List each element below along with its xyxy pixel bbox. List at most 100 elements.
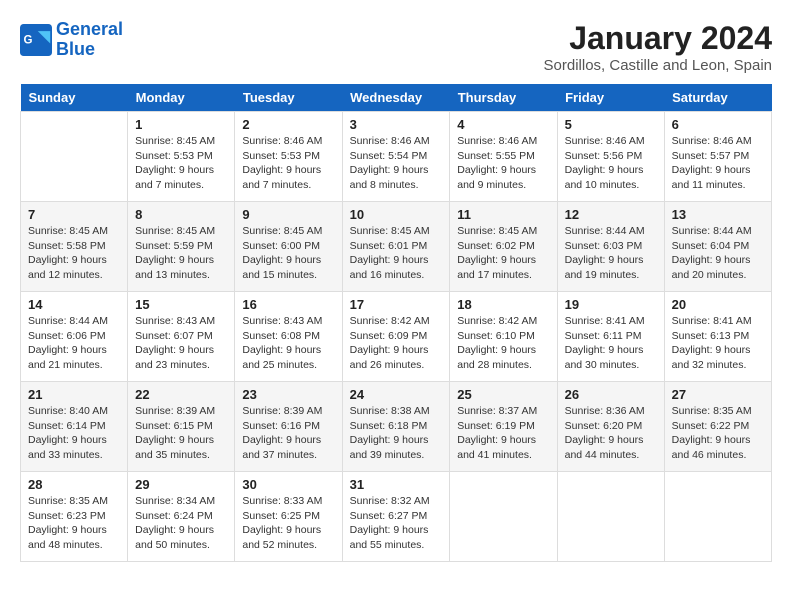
calendar-cell: 18Sunrise: 8:42 AMSunset: 6:10 PMDayligh… [450,292,557,382]
sunset: Sunset: 5:57 PM [672,149,764,164]
daylight: Daylight: 9 hours and 13 minutes. [135,253,227,282]
daylight: Daylight: 9 hours and 7 minutes. [242,163,334,192]
sunset: Sunset: 6:14 PM [28,419,120,434]
sunrise: Sunrise: 8:35 AM [672,404,764,419]
daylight: Daylight: 9 hours and 44 minutes. [565,433,657,462]
sunset: Sunset: 6:04 PM [672,239,764,254]
sunrise: Sunrise: 8:42 AM [350,314,443,329]
day-number: 31 [350,477,443,492]
sunset: Sunset: 6:24 PM [135,509,227,524]
day-info: Sunrise: 8:42 AMSunset: 6:09 PMDaylight:… [350,314,443,373]
day-number: 12 [565,207,657,222]
daylight: Daylight: 9 hours and 41 minutes. [457,433,549,462]
day-number: 6 [672,117,764,132]
sunset: Sunset: 5:54 PM [350,149,443,164]
day-number: 2 [242,117,334,132]
location: Sordillos, Castille and Leon, Spain [544,57,772,74]
day-number: 20 [672,297,764,312]
day-number: 22 [135,387,227,402]
calendar-cell: 12 Sunrise: 8:44 AMSunset: 6:03 PMDayligh… [557,202,664,292]
daylight: Daylight: 9 hours and 32 minutes. [672,343,764,372]
logo: G General Blue [20,20,123,60]
sunset: Sunset: 5:53 PM [135,149,227,164]
daylight: Daylight: 9 hours and 8 minutes. [350,163,443,192]
calendar-cell: 17Sunrise: 8:42 AMSunset: 6:09 PMDayligh… [342,292,450,382]
day-info: Sunrise: 8:45 AMSunset: 6:02 PMDaylight:… [457,224,549,283]
day-number: 9 [242,207,334,222]
sunset: Sunset: 6:00 PM [242,239,334,254]
daylight: Daylight: 9 hours and 9 minutes. [457,163,549,192]
daylight: Daylight: 9 hours and 15 minutes. [242,253,334,282]
calendar-cell: 1Sunrise: 8:45 AMSunset: 5:53 PMDaylight… [128,112,235,202]
daylight: Daylight: 9 hours and 10 minutes. [565,163,657,192]
header-wednesday: Wednesday [342,84,450,112]
sunrise: Sunrise: 8:33 AM [242,494,334,509]
day-number: 10 [350,207,443,222]
day-number: 7 [28,207,120,222]
sunrise: Sunrise: 8:43 AM [242,314,334,329]
day-number: 13 [672,207,764,222]
calendar-cell: 13Sunrise: 8:44 AMSunset: 6:04 PMDayligh… [664,202,771,292]
day-info: Sunrise: 8:41 AMSunset: 6:13 PMDaylight:… [672,314,764,373]
day-number: 23 [242,387,334,402]
week-row-1: 1Sunrise: 8:45 AMSunset: 5:53 PMDaylight… [21,112,772,202]
day-info: Sunrise: 8:43 AMSunset: 6:08 PMDaylight:… [242,314,334,373]
sunrise: Sunrise: 8:42 AM [457,314,549,329]
calendar-cell [664,472,771,562]
day-number: 15 [135,297,227,312]
sunrise: Sunrise: 8:46 AM [242,134,334,149]
sunset: Sunset: 6:23 PM [28,509,120,524]
day-number: 24 [350,387,443,402]
sunset: Sunset: 6:25 PM [242,509,334,524]
calendar-cell [557,472,664,562]
daylight: Daylight: 9 hours and 23 minutes. [135,343,227,372]
sunrise: Sunrise: 8:45 AM [135,224,227,239]
day-number: 25 [457,387,549,402]
daylight: Daylight: 9 hours and 12 minutes. [28,253,120,282]
daylight: Daylight: 9 hours and 46 minutes. [672,433,764,462]
calendar-cell: 3Sunrise: 8:46 AMSunset: 5:54 PMDaylight… [342,112,450,202]
sunset: Sunset: 5:53 PM [242,149,334,164]
sunset: Sunset: 6:15 PM [135,419,227,434]
sunrise: Sunrise: 8:32 AM [350,494,443,509]
daylight: Daylight: 9 hours and 17 minutes. [457,253,549,282]
header-thursday: Thursday [450,84,557,112]
calendar-cell: 6Sunrise: 8:46 AMSunset: 5:57 PMDaylight… [664,112,771,202]
header-friday: Friday [557,84,664,112]
day-info: Sunrise: 8:32 AMSunset: 6:27 PMDaylight:… [350,494,443,553]
day-info: Sunrise: 8:35 AMSunset: 6:23 PMDaylight:… [28,494,120,553]
sunset: Sunset: 6:01 PM [350,239,443,254]
day-number: 4 [457,117,549,132]
calendar-cell: 9 Sunrise: 8:45 AMSunset: 6:00 PMDaylight… [235,202,342,292]
sunset: Sunset: 6:16 PM [242,419,334,434]
day-number: 14 [28,297,120,312]
day-info: Sunrise: 8:45 AMSunset: 6:00 PMDaylight:… [242,224,334,283]
calendar-cell: 4Sunrise: 8:46 AMSunset: 5:55 PMDaylight… [450,112,557,202]
week-row-3: 14Sunrise: 8:44 AMSunset: 6:06 PMDayligh… [21,292,772,382]
day-info: Sunrise: 8:42 AMSunset: 6:10 PMDaylight:… [457,314,549,373]
sunset: Sunset: 6:20 PM [565,419,657,434]
sunrise: Sunrise: 8:44 AM [672,224,764,239]
calendar-cell: 27Sunrise: 8:35 AMSunset: 6:22 PMDayligh… [664,382,771,472]
day-info: Sunrise: 8:45 AMSunset: 5:58 PMDaylight:… [28,224,120,283]
daylight: Daylight: 9 hours and 26 minutes. [350,343,443,372]
calendar-cell: 8Sunrise: 8:45 AMSunset: 5:59 PMDaylight… [128,202,235,292]
daylight: Daylight: 9 hours and 39 minutes. [350,433,443,462]
logo-text: General Blue [56,20,123,60]
day-info: Sunrise: 8:35 AMSunset: 6:22 PMDaylight:… [672,404,764,463]
sunset: Sunset: 6:19 PM [457,419,549,434]
daylight: Daylight: 9 hours and 55 minutes. [350,523,443,552]
sunrise: Sunrise: 8:34 AM [135,494,227,509]
daylight: Daylight: 9 hours and 48 minutes. [28,523,120,552]
calendar-cell: 24Sunrise: 8:38 AMSunset: 6:18 PMDayligh… [342,382,450,472]
calendar-cell: 31 Sunrise: 8:32 AMSunset: 6:27 PMDayligh… [342,472,450,562]
sunset: Sunset: 6:03 PM [565,239,657,254]
header-saturday: Saturday [664,84,771,112]
day-info: Sunrise: 8:44 AMSunset: 6:03 PMDaylight:… [565,224,657,283]
sunrise: Sunrise: 8:44 AM [565,224,657,239]
page-header: G General Blue January 2024 Sordillos, C… [20,20,772,74]
day-info: Sunrise: 8:46 AMSunset: 5:54 PMDaylight:… [350,134,443,193]
daylight: Daylight: 9 hours and 28 minutes. [457,343,549,372]
sunset: Sunset: 6:11 PM [565,329,657,344]
calendar-cell: 28Sunrise: 8:35 AMSunset: 6:23 PMDayligh… [21,472,128,562]
